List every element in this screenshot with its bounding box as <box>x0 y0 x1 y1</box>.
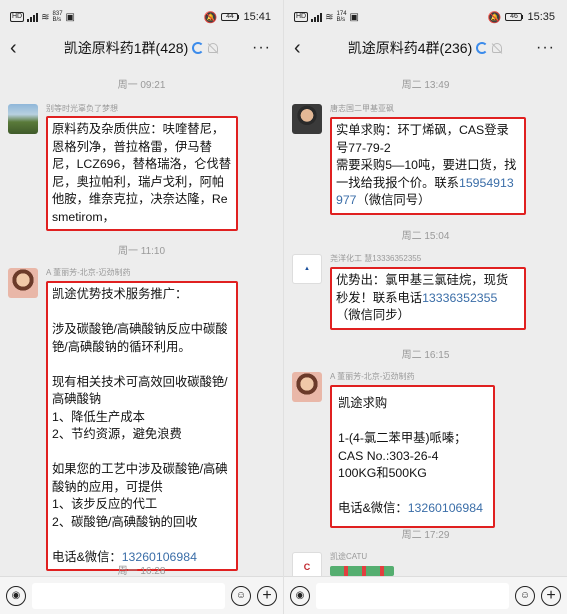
back-icon[interactable]: ‹ <box>10 37 30 60</box>
battery-icon: 46 <box>505 13 524 21</box>
loading-icon <box>476 42 489 54</box>
timestamp: 周一 09:21 <box>117 80 166 91</box>
plus-icon[interactable]: + <box>257 585 277 606</box>
clock: 15:35 <box>527 11 555 23</box>
emoji-icon[interactable]: ☺ <box>231 585 251 606</box>
signal-icon <box>311 12 323 22</box>
timestamp: 周一 11:10 <box>117 246 166 257</box>
sender-name: 尧洋化工 慧13336352355 <box>330 254 422 263</box>
avatar[interactable] <box>8 268 38 298</box>
message-bubble[interactable]: 优势出：氯甲基三氯硅烷，现货秒发！联系电话13336352355（微信同步） <box>330 267 526 330</box>
chat-title: 凯途原料药1群(428) <box>63 40 189 56</box>
muted-bell-icon <box>492 43 503 53</box>
muted-bell-icon <box>208 43 219 53</box>
emoji-icon[interactable]: ☺ <box>515 585 535 606</box>
timestamp: 周二 17:29 <box>401 530 450 541</box>
sender-name: 凯途CATU <box>330 552 368 561</box>
chat-panel-right: HD ≋ 174 B/s ▣ 🔕 46 15:35 ‹ 凯途原料药4群(236) … <box>283 0 567 614</box>
phone-link[interactable]: 13260106984 <box>408 501 483 515</box>
signal-icon <box>27 12 39 22</box>
mute-icon: 🔕 <box>203 11 218 24</box>
voice-icon[interactable]: ◉ <box>6 585 26 606</box>
mute-icon: 🔕 <box>487 11 502 24</box>
clock: 15:41 <box>243 11 271 23</box>
timestamp: 周二 15:04 <box>401 231 450 242</box>
message-bubble[interactable]: 实单求购：环丁烯砜，CAS登录号77-79-2 需要采购5—10吨，要进口货，找… <box>330 117 526 215</box>
message-bubble[interactable]: 凯途求购 1-(4-氯二苯甲基)哌嗪； CAS No.:303-26-4 100… <box>330 385 495 528</box>
battery-icon: 44 <box>221 13 240 21</box>
avatar[interactable] <box>8 104 38 134</box>
image-preview[interactable] <box>330 566 394 576</box>
more-icon[interactable]: ··· <box>536 39 555 57</box>
chat-header: ‹ 凯途原料药1群(428) ··· <box>0 34 283 62</box>
message-bubble[interactable]: 原料药及杂质供应：呋喹替尼，恩格列净，普拉格雷，伊马替尼，LCZ696，替格瑞洛… <box>46 116 238 231</box>
message-input[interactable] <box>32 582 225 609</box>
timestamp: 周一 16:28 <box>117 566 166 577</box>
wifi-icon: ≋ <box>41 11 50 23</box>
chat-header: ‹ 凯途原料药4群(236) ··· <box>284 34 567 62</box>
sender-name: 唐志国二甲基亚砜 <box>330 104 394 113</box>
message-input[interactable] <box>316 582 509 609</box>
back-icon[interactable]: ‹ <box>294 37 314 60</box>
hd-icon: HD <box>294 12 309 22</box>
chat-panel-left: HD ≋ 837 B/s ▣ 🔕 44 15:41 ‹ 凯途原料药1群(428) … <box>0 0 283 614</box>
network-speed: 837 B/s <box>52 11 63 23</box>
sender-name: 别等时光辜负了梦想 <box>46 104 118 113</box>
status-bar: HD ≋ 837 B/s ▣ 🔕 44 15:41 <box>0 0 283 34</box>
wifi-icon: ≋ <box>325 11 334 23</box>
more-icon[interactable]: ··· <box>252 39 271 57</box>
network-speed: 174 B/s <box>336 11 347 23</box>
timestamp: 周二 13:49 <box>401 80 450 91</box>
input-bar: ◉ ☺ + <box>0 576 283 614</box>
status-bar: HD ≋ 174 B/s ▣ 🔕 46 15:35 <box>284 0 567 34</box>
chat-title: 凯途原料药4群(236) <box>347 40 473 56</box>
input-bar: ◉ ☺ + <box>284 576 567 614</box>
sender-name: A 董丽芳-北京-迈劲制药 <box>46 268 131 277</box>
avatar[interactable] <box>292 372 322 402</box>
hd-icon: HD <box>10 12 25 22</box>
avatar[interactable]: ▲ <box>292 254 322 284</box>
sender-name: A 董丽芳-北京-迈劲制药 <box>330 372 415 381</box>
phone-link[interactable]: 13336352355 <box>422 291 497 305</box>
avatar[interactable] <box>292 104 322 134</box>
loading-icon <box>192 42 205 54</box>
plus-icon[interactable]: + <box>541 585 561 606</box>
app-notification-icon: ▣ <box>65 11 75 23</box>
message-bubble[interactable]: 凯途优势技术服务推广： 涉及碳酸铯/高碘酸钠反应中碳酸铯/高碘酸钠的循环利用。 … <box>46 281 238 571</box>
timestamp: 周二 16:15 <box>401 350 450 361</box>
app-notification-icon: ▣ <box>349 11 359 23</box>
voice-icon[interactable]: ◉ <box>290 585 310 606</box>
